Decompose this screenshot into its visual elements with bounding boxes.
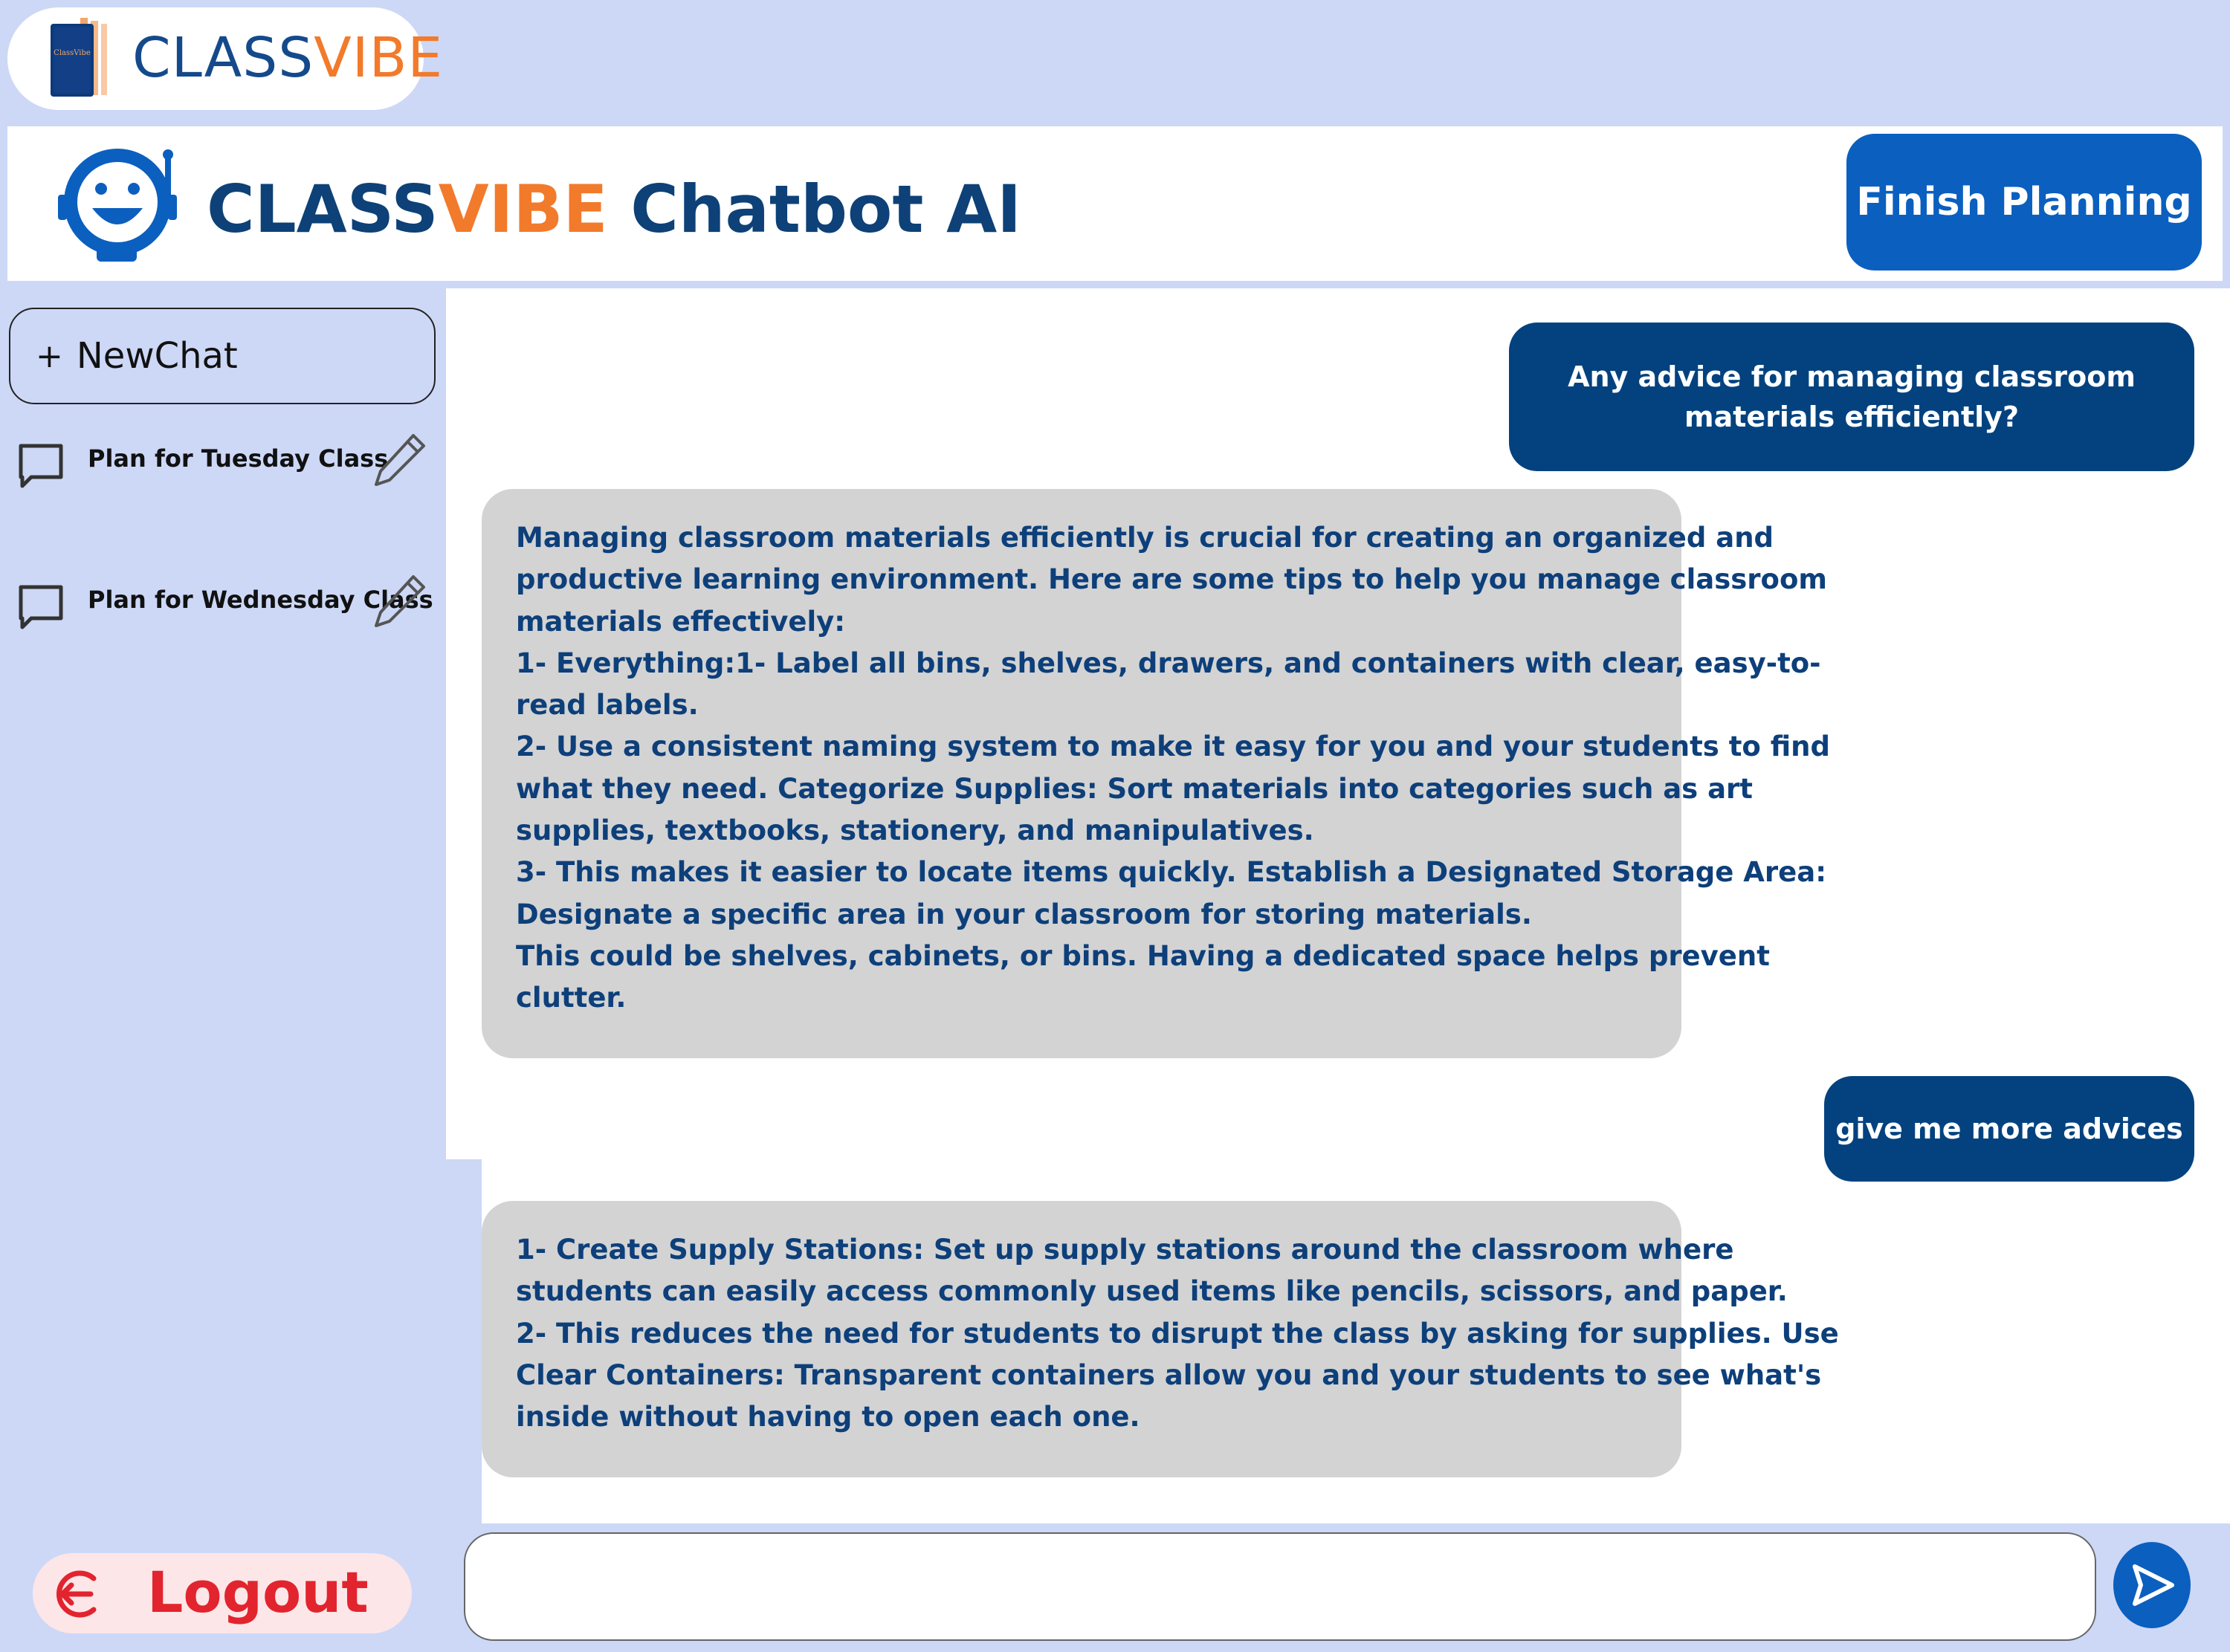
svg-text:ClassVibe: ClassVibe [54,49,91,57]
classvibe-logo-icon: ClassVibe [46,16,128,100]
bot-message: 1- Create Supply Stations: Set up supply… [482,1201,1839,1477]
send-button[interactable] [2113,1541,2191,1629]
message-line: supplies, textbooks, stationery, and man… [516,814,1314,847]
message-line: read labels. [516,689,699,722]
message-line: students can easily access commonly used… [516,1275,1788,1308]
user-message: give me more advices [1824,1076,2194,1182]
message-line: clutter. [516,982,627,1014]
message-line: productive learning environment. Here ar… [516,563,1827,596]
message-line: what they need. Categorize Supplies: Sor… [516,772,1753,805]
brand-name: CLASSVIBE [132,26,444,90]
message-line: 3- This makes it easier to locate items … [516,856,1827,889]
sidebar-item-wednesday-plan[interactable]: Plan for Wednesday Class [9,571,437,652]
pencil-icon[interactable] [369,571,430,632]
message-line: materials effectively: [516,605,846,638]
new-chat-button[interactable]: + NewChat [9,308,436,404]
new-chat-label: NewChat [76,335,238,377]
page-title: CLASSVIBE Chatbot AI [207,171,1021,247]
send-arrow-icon [2113,1542,2191,1628]
sidebar-item-label: Plan for Tuesday Class [88,444,389,473]
message-line: Designate a specific area in your classr… [516,898,1532,930]
message-line: 2- Use a consistent naming system to mak… [516,731,1830,763]
message-input[interactable] [464,1532,2096,1641]
message-line: Clear Containers: Transparent containers… [516,1358,1822,1391]
pencil-icon[interactable] [369,430,430,490]
sidebar-item-tuesday-plan[interactable]: Plan for Tuesday Class [9,430,437,511]
logout-icon[interactable] [52,1565,110,1623]
message-line: This could be shelves, cabinets, or bins… [516,939,1770,972]
message-line: 1- Everything:1- Label all bins, shelves… [516,647,1821,679]
finish-planning-button[interactable]: Finish Planning [1846,134,2202,271]
user-message: Any advice for managing classroom materi… [1509,323,2194,471]
plus-icon: + [36,337,63,375]
message-line: inside without having to open each one. [516,1401,1140,1434]
robot-face-icon [54,138,181,266]
chat-bubble-icon [15,581,67,633]
message-line: 2- This reduces the need for students to… [516,1317,1839,1350]
logout-label[interactable]: Logout [147,1552,369,1633]
message-line: 1- Create Supply Stations: Set up supply… [516,1234,1734,1266]
bot-message: Managing classroom materials efficiently… [482,489,1830,1058]
message-line: Managing classroom materials efficiently… [516,522,1774,554]
chat-bubble-icon [15,440,67,492]
